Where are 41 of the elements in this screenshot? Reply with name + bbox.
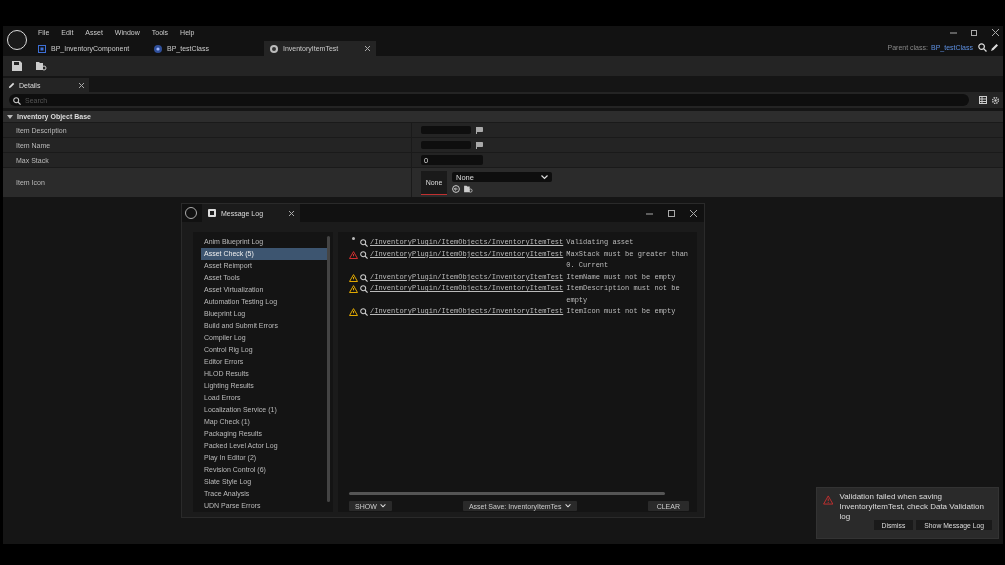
chevron-icon xyxy=(379,504,386,508)
search-icon[interactable] xyxy=(360,285,368,293)
log-icon xyxy=(208,209,216,217)
close-icon[interactable] xyxy=(365,46,370,51)
item-icon xyxy=(270,44,278,53)
settings-icon[interactable] xyxy=(991,95,1000,105)
component-icon xyxy=(38,44,46,53)
close-icon[interactable] xyxy=(79,82,84,88)
edit-icon[interactable] xyxy=(990,43,999,52)
bullet-icon xyxy=(352,237,355,240)
search-icon xyxy=(13,97,21,105)
scrollbar[interactable] xyxy=(349,492,665,495)
error-icon xyxy=(823,492,834,508)
flag-icon[interactable] xyxy=(476,126,483,134)
browse-icon[interactable] xyxy=(36,61,47,71)
browse-icon[interactable] xyxy=(464,185,473,193)
close-icon[interactable] xyxy=(289,210,294,216)
restore-icon[interactable] xyxy=(971,29,978,36)
warning-icon xyxy=(349,308,358,316)
chevron-icon xyxy=(541,174,548,180)
search-icon[interactable] xyxy=(978,43,987,52)
search-icon[interactable] xyxy=(360,273,368,282)
flag-icon[interactable] xyxy=(476,141,483,149)
close-icon[interactable] xyxy=(992,29,999,36)
search-icon[interactable] xyxy=(360,250,368,259)
search-icon[interactable] xyxy=(360,308,368,316)
expand-arrow-icon[interactable] xyxy=(7,114,13,119)
chevron-icon xyxy=(564,504,571,508)
scrollbar[interactable] xyxy=(327,236,330,502)
minimize-icon[interactable] xyxy=(950,29,957,36)
maximize-icon[interactable] xyxy=(668,209,675,217)
grid-icon[interactable] xyxy=(979,96,987,104)
notification-message: Validation failed when saving InventoryItemTest, check Data Validation log xyxy=(839,492,985,522)
class-icon xyxy=(154,44,162,53)
save-icon[interactable] xyxy=(12,61,22,71)
use-selected-icon[interactable] xyxy=(452,185,460,193)
pencil-icon xyxy=(8,81,15,89)
search-icon[interactable] xyxy=(360,239,368,247)
close-icon[interactable] xyxy=(690,209,697,217)
error-icon xyxy=(349,250,358,259)
engine-logo-icon[interactable] xyxy=(7,30,27,50)
